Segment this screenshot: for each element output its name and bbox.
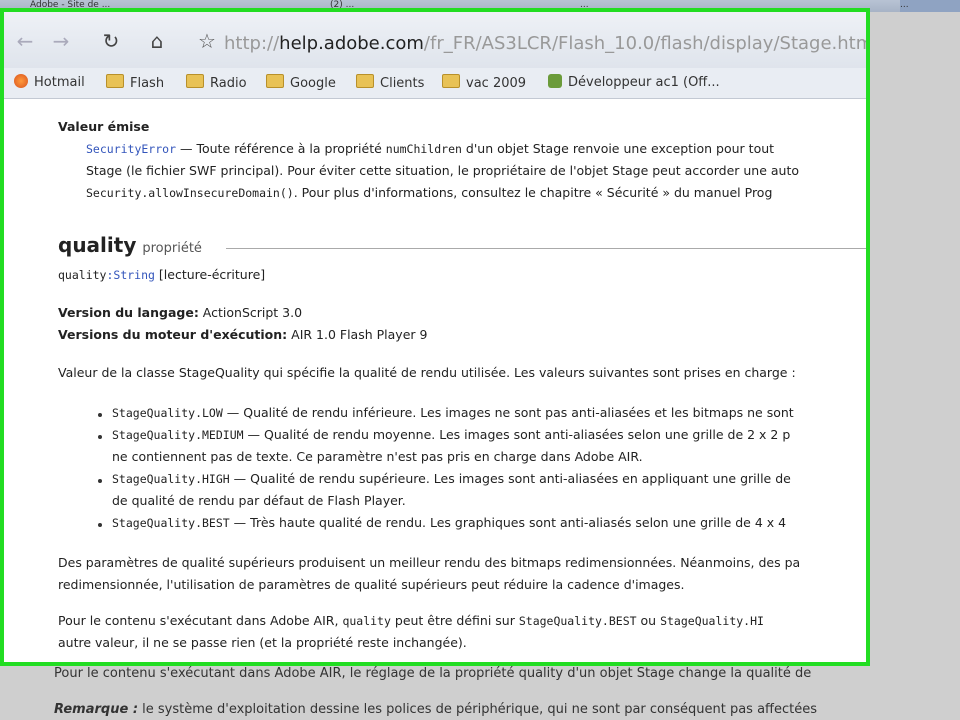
bookmark-label: vac 2009 — [466, 76, 527, 91]
bullet — [98, 523, 102, 527]
adobe-developer-icon — [548, 74, 562, 88]
forward-arrow-icon[interactable]: → — [48, 28, 74, 54]
language-version: Version du langage: ActionScript 3.0 — [58, 305, 302, 320]
section-divider — [226, 248, 866, 249]
code: StageQuality.HI — [660, 614, 764, 628]
text: [lecture-écriture] — [154, 267, 266, 282]
text: ou — [636, 613, 661, 628]
bullet — [98, 413, 102, 417]
label: Version du langage: — [58, 305, 199, 320]
throws-line-2: Stage (le fichier SWF principal). Pour é… — [86, 163, 800, 178]
code: StageQuality.HIGH — [112, 472, 230, 486]
list-item: StageQuality.BEST — Très haute qualité d… — [112, 515, 786, 530]
folder-icon — [356, 74, 374, 88]
text: — Qualité de rendu supérieure. Les image… — [229, 471, 791, 486]
intro-paragraph: Valeur de la classe StageQuality qui spé… — [58, 365, 796, 380]
property-signature: quality:String [lecture-écriture] — [58, 267, 265, 282]
text: peut être défini sur — [390, 613, 519, 628]
browser-window: ← → ↻ ⌂ ☆ http://help.adobe.com/fr_FR/AS… — [0, 8, 870, 666]
throws-line-1: SecurityError — Toute référence à la pro… — [86, 141, 774, 156]
air-paragraph-line-1: Pour le contenu s'exécutant dans Adobe A… — [58, 613, 764, 628]
value: ActionScript 3.0 — [198, 305, 303, 320]
bookmark-developpeur[interactable]: Développeur ac1 (Off... — [548, 74, 720, 92]
text: d'un objet Stage renvoie une exception p… — [461, 141, 775, 156]
bookmark-label: Radio — [210, 76, 247, 91]
bookmark-vac-2009[interactable]: vac 2009 — [442, 74, 526, 92]
bookmark-label: Flash — [130, 76, 165, 91]
text: — Qualité de rendu moyenne. Les images s… — [243, 427, 791, 442]
code: Security.allowInsecureDomain() — [86, 186, 294, 200]
bookmark-google[interactable]: Google — [266, 74, 336, 92]
bookmark-label: Hotmail — [34, 75, 85, 90]
bookmark-star-icon[interactable]: ☆ — [194, 28, 220, 54]
note-label: Remarque : — [54, 702, 139, 717]
folder-icon — [442, 74, 460, 88]
value: AIR 1.0 Flash Player 9 — [287, 327, 428, 342]
security-error-link[interactable]: SecurityError — [86, 142, 176, 156]
list-item: StageQuality.MEDIUM — Qualité de rendu m… — [112, 427, 790, 442]
code: quality — [58, 268, 107, 282]
string-type-link[interactable]: :String — [106, 268, 154, 282]
back-arrow-icon[interactable]: ← — [12, 28, 38, 54]
bookmark-hotmail[interactable]: Hotmail — [14, 74, 85, 92]
throws-line-3: Security.allowInsecureDomain(). Pour plu… — [86, 185, 772, 200]
url-path: /fr_FR/AS3LCR/Flash_10.0/flash/display/S… — [423, 33, 866, 54]
browser-toolbar: ← → ↻ ⌂ ☆ http://help.adobe.com/fr_FR/AS… — [4, 12, 866, 69]
text: — Qualité de rendu inférieure. Les image… — [222, 405, 794, 420]
quality-paragraph-line-2: redimensionnée, l'utilisation de paramèt… — [58, 577, 685, 592]
url-prefix: http:// — [224, 33, 280, 54]
text: — Toute référence à la propriété — [176, 141, 386, 156]
bookmark-label: Développeur ac1 (Off... — [568, 75, 720, 90]
folder-icon — [266, 74, 284, 88]
bullet — [98, 479, 102, 483]
quality-paragraph-line-1: Des paramètres de qualité supérieurs pro… — [58, 555, 801, 570]
browser-tab[interactable]: ... — [900, 0, 960, 12]
code: quality — [342, 614, 391, 628]
code: StageQuality.MEDIUM — [112, 428, 244, 442]
property-name: quality — [58, 233, 137, 257]
property-kind: propriété — [142, 241, 202, 256]
runtime-version: Versions du moteur d'exécution: AIR 1.0 … — [58, 327, 427, 342]
hotmail-icon — [14, 74, 28, 88]
list-item: StageQuality.LOW — Qualité de rendu infé… — [112, 405, 794, 420]
text: . Pour plus d'informations, consultez le… — [293, 185, 773, 200]
address-bar[interactable]: http://help.adobe.com/fr_FR/AS3LCR/Flash… — [224, 32, 866, 56]
air-paragraph-line-2: autre valeur, il ne se passe rien (et la… — [58, 635, 467, 650]
list-item-continuation: ne contiennent pas de texte. Ce paramètr… — [112, 449, 643, 464]
reload-icon[interactable]: ↻ — [98, 28, 124, 54]
label: Versions du moteur d'exécution: — [58, 327, 288, 342]
bookmark-radio[interactable]: Radio — [186, 74, 247, 92]
text: Pour le contenu s'exécutant dans Adobe A… — [58, 613, 343, 628]
home-icon[interactable]: ⌂ — [144, 28, 170, 54]
code: StageQuality.LOW — [112, 406, 223, 420]
throws-heading: Valeur émise — [58, 119, 150, 134]
bookmark-flash[interactable]: Flash — [106, 74, 164, 92]
bookmark-label: Google — [290, 76, 336, 91]
page-content: Valeur émise SecurityError — Toute référ… — [4, 99, 866, 662]
url-host: help.adobe.com — [279, 33, 424, 54]
property-title: quality propriété — [58, 233, 202, 257]
below-window-line-2: Remarque : le système d'exploitation des… — [54, 702, 954, 717]
code: StageQuality.BEST — [112, 516, 230, 530]
note-text: le système d'exploitation dessine les po… — [138, 702, 818, 717]
below-window-line-1: Pour le contenu s'exécutant dans Adobe A… — [54, 666, 812, 681]
bookmark-clients[interactable]: Clients — [356, 74, 424, 92]
code: StageQuality.BEST — [518, 614, 637, 628]
code: numChildren — [385, 142, 462, 156]
folder-icon — [186, 74, 204, 88]
bookmarks-bar: Hotmail Flash Radio Google Clients vac 2… — [4, 68, 866, 99]
folder-icon — [106, 74, 124, 88]
text: — Très haute qualité de rendu. Les graph… — [229, 515, 787, 530]
bullet — [98, 435, 102, 439]
bookmark-label: Clients — [380, 76, 425, 91]
list-item: StageQuality.HIGH — Qualité de rendu sup… — [112, 471, 791, 486]
list-item-continuation: de qualité de rendu par défaut de Flash … — [112, 493, 406, 508]
